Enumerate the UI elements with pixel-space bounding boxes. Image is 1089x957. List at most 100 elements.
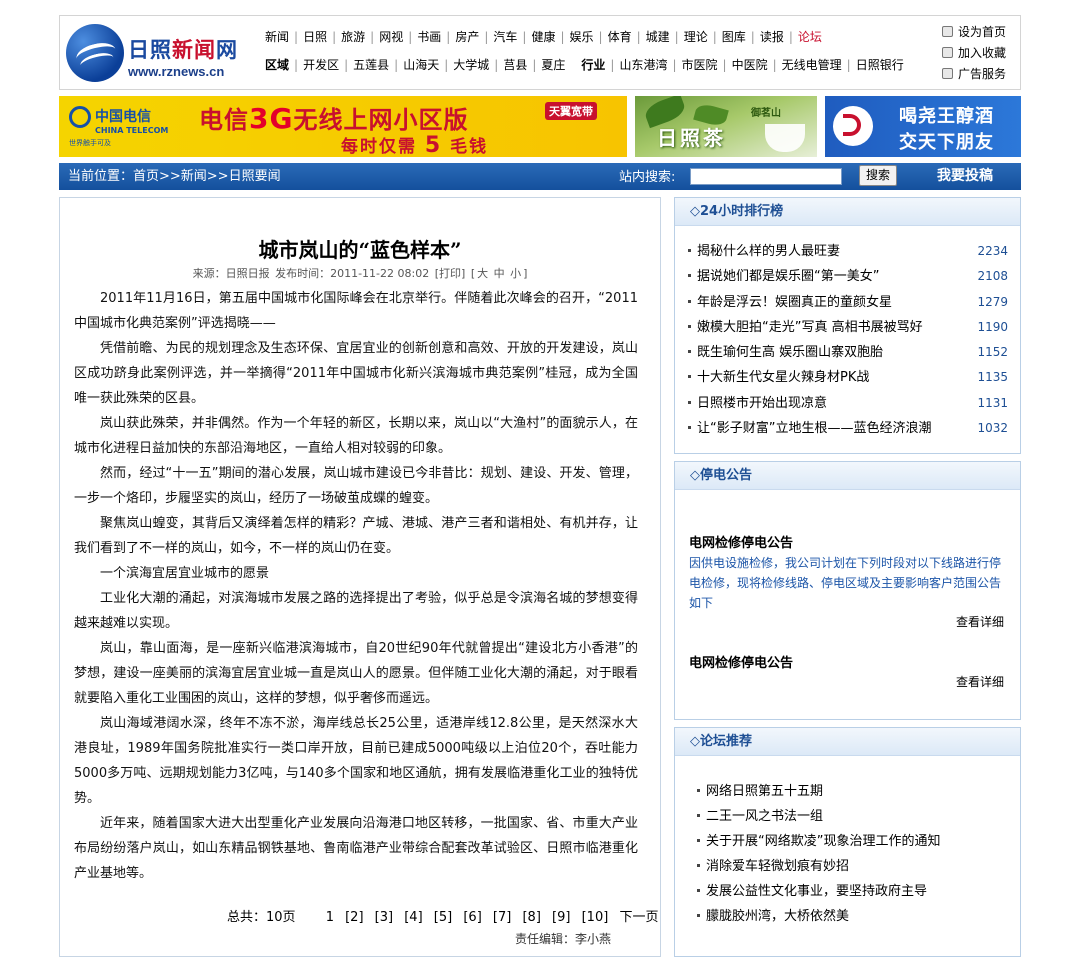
ranking-item[interactable]: 既生瑜何生高 娱乐圈山寨双胞胎 1152: [688, 340, 1008, 365]
article-paragraph: 近年来，随着国家大进大出型重化产业发展向沿海港口地区转移，一批国家、省、市重大产…: [74, 816, 638, 881]
nav-gallery[interactable]: 图库: [722, 30, 746, 44]
nav-epaper[interactable]: 读报: [760, 30, 784, 44]
outage-notice-title[interactable]: 电网检修停电公告: [689, 532, 793, 551]
site-logo[interactable]: 日照新闻网 www.rznews.cn: [66, 24, 246, 82]
nav-region-item[interactable]: 山海天: [403, 58, 439, 72]
page-link[interactable]: [5]: [434, 910, 452, 925]
nav-house[interactable]: 房产: [455, 30, 479, 44]
ranking-item[interactable]: 嫩模大胆拍“走光”写真 高相书展被骂好 1190: [688, 315, 1008, 340]
next-page-link[interactable]: 下一页: [619, 910, 658, 925]
outage-notice-summary[interactable]: 因供电设施检修，我公司计划在下列时段对以下线路进行停电检修，现将检修线路、停电区…: [689, 553, 1005, 613]
nav-industry-item[interactable]: 中医院: [732, 58, 768, 72]
forum-item[interactable]: 发展公益性文化事业，要坚持政府主导: [697, 879, 997, 904]
nav-health[interactable]: 健康: [531, 30, 555, 44]
nav-region-item[interactable]: 五莲县: [353, 58, 389, 72]
article-paragraph: 然而，经过“十一五”期间的潜心发展，岚山城市建设已今非昔比：规划、建设、开发、管…: [74, 466, 638, 506]
nav-region-item[interactable]: 大学城: [453, 58, 489, 72]
font-large-link[interactable]: 大: [477, 267, 488, 280]
page-link[interactable]: [3]: [375, 910, 393, 925]
logo-emblem-icon: [66, 24, 124, 82]
page-link[interactable]: [10]: [582, 910, 609, 925]
forum-item[interactable]: 网络日照第五十五期: [697, 779, 997, 804]
power-outage-title: ◇停电公告: [675, 462, 1020, 490]
forum-item[interactable]: 二王一风之书法一组: [697, 804, 997, 829]
article-time: 发布时间：2011-11-22 08:02: [275, 267, 430, 280]
page-link[interactable]: [6]: [463, 910, 481, 925]
nav-travel[interactable]: 旅游: [341, 30, 365, 44]
add-favorite-link[interactable]: 加入收藏: [942, 43, 1020, 64]
nav-region-label: 区域: [265, 58, 290, 72]
ranking-item[interactable]: 年龄是浮云！娱圈真正的童颜女星 1279: [688, 290, 1008, 315]
set-homepage-link[interactable]: 设为首页: [942, 22, 1020, 43]
article-paragraph: 聚焦岚山蝗变，其背后又演绎着怎样的精彩？产城、港城、港产三者和谐相处、有机并存，…: [74, 516, 638, 556]
telecom-logo-icon: [69, 106, 91, 128]
forum-recommend-panel: ◇论坛推荐 网络日照第五十五期 二王一风之书法一组 关于开展“网络欺凌”现象治理…: [674, 727, 1021, 957]
wine-banner[interactable]: 喝尧王醇酒 交天下朋友: [825, 96, 1021, 157]
page-link[interactable]: [9]: [552, 910, 570, 925]
forum-item[interactable]: 朦胧胶州湾，大桥依然美: [697, 904, 997, 929]
nav-region-item[interactable]: 开发区: [303, 58, 339, 72]
nav-industry-item[interactable]: 无线电管理: [782, 58, 842, 72]
article-paragraph: 2011年11月16日，第五届中国城市化国际峰会在北京举行。伴随着此次峰会的召开…: [74, 291, 638, 331]
article-paragraph: 岚山获此殊荣，并非偶然。作为一个年轻的新区，长期以来，岚山以“大渔村”的面貌示人…: [74, 416, 638, 456]
site-search-input[interactable]: [690, 168, 842, 185]
nav-urban[interactable]: 城建: [646, 30, 670, 44]
ranking-item[interactable]: 十大新生代女星火辣身材PK战 1135: [688, 365, 1008, 390]
page-link[interactable]: [8]: [522, 910, 540, 925]
ad-service-link[interactable]: 广告服务: [942, 64, 1020, 85]
china-telecom-logo: 中国电信 CHINA TELECOM 世界触手可及: [67, 104, 185, 148]
nav-sports[interactable]: 体育: [608, 30, 632, 44]
nav-industry-item[interactable]: 市医院: [682, 58, 718, 72]
secondary-nav: 区域 | 开发区 | 五莲县 | 山海天 | 大学城 | 莒县 | 夏庄 行业 | 山东港湾 | 市医院 | 中医院 |…: [265, 58, 904, 72]
ranking-panel: ◇24小时排行榜 揭秘什么样的男人最旺妻 2234 据说她们都是娱乐圈“第一美女”…: [674, 197, 1021, 454]
nav-industry-item[interactable]: 山东港湾: [619, 58, 667, 72]
outage-notice-title[interactable]: 电网检修停电公告: [689, 652, 793, 671]
nav-industry-label: 行业: [581, 58, 606, 72]
article-panel: 城市岚山的“蓝色样本” 来源：日照日报 发布时间：2011-11-22 08:0…: [59, 197, 661, 957]
nav-calligraphy[interactable]: 书画: [417, 30, 441, 44]
nav-theory[interactable]: 理论: [684, 30, 708, 44]
forum-item[interactable]: 关于开展“网络欺凌”现象治理工作的通知: [697, 829, 997, 854]
site-header: 日照新闻网 www.rznews.cn 新闻 | 日照 | 旅游 | 网视 | 书画 | 房产 | 汽车…: [59, 15, 1021, 90]
telecom-banner[interactable]: 中国电信 CHINA TELECOM 世界触手可及 电信3G无线上网小区版 每时…: [59, 96, 627, 157]
wine-line2: 交天下朋友: [899, 132, 994, 153]
nav-forum[interactable]: 论坛: [798, 30, 822, 44]
plus-icon: [942, 68, 953, 79]
nav-auto[interactable]: 汽车: [493, 30, 517, 44]
article-title: 城市岚山的“蓝色样本”: [258, 238, 462, 262]
ranking-item[interactable]: 让“影子财富”立地生根——蓝色经济浪潮 1032: [688, 416, 1008, 441]
pagination: 总共：10页 1 [2] [3] [4] [5] [6] [7] [8] [9]…: [227, 906, 665, 925]
article-paragraph: 凭借前瞻、为民的规划理念及生态环保、宜居宜业的创新创意和高效、开放的开发建设，岚…: [74, 341, 638, 406]
page-link[interactable]: [4]: [404, 910, 422, 925]
submit-article-link[interactable]: 我要投稿: [937, 163, 993, 190]
view-detail-link[interactable]: 查看详细: [956, 613, 1004, 630]
page-link[interactable]: [7]: [493, 910, 511, 925]
nav-region-item[interactable]: 夏庄: [541, 58, 565, 72]
search-button[interactable]: 搜索: [859, 165, 897, 186]
site-search-label: 站内搜索:: [619, 170, 676, 185]
nav-industry-item[interactable]: 日照银行: [856, 58, 904, 72]
article-subheading: 一个滨海宜居宜业城市的愿景: [100, 566, 270, 581]
nav-region-item[interactable]: 莒县: [503, 58, 527, 72]
quick-links: 设为首页 加入收藏 广告服务: [942, 22, 1020, 85]
article-meta: 来源：日照日报 发布时间：2011-11-22 08:02 [打印] [大 中 …: [192, 267, 528, 280]
forum-item[interactable]: 消除爱车轻微划痕有妙招: [697, 854, 997, 879]
tianyi-badge: 天翼宽带: [545, 102, 597, 120]
view-detail-link[interactable]: 查看详细: [956, 673, 1004, 690]
print-link[interactable]: [打印]: [435, 267, 466, 280]
breadcrumb[interactable]: 当前位置：首页>>新闻>>日照要闻: [68, 163, 281, 190]
font-small-link[interactable]: 小: [510, 267, 521, 280]
page-link[interactable]: 1: [326, 910, 334, 925]
tea-banner[interactable]: 御茗山 日照茶: [635, 96, 817, 157]
logo-url: www.rznews.cn: [128, 64, 225, 79]
font-medium-link[interactable]: 中: [494, 267, 505, 280]
ranking-item[interactable]: 据说她们都是娱乐圈“第一美女” 2108: [688, 264, 1008, 289]
nav-video[interactable]: 网视: [379, 30, 403, 44]
nav-entertainment[interactable]: 娱乐: [570, 30, 594, 44]
ranking-item[interactable]: 日照楼市开始出现凉意 1131: [688, 391, 1008, 416]
ranking-item[interactable]: 揭秘什么样的男人最旺妻 2234: [688, 239, 1008, 264]
nav-news[interactable]: 新闻: [265, 30, 289, 44]
page-link[interactable]: [2]: [345, 910, 363, 925]
nav-rizhao[interactable]: 日照: [303, 30, 327, 44]
article-body: 2011年11月16日，第五届中国城市化国际峰会在北京举行。伴随着此次峰会的召开…: [74, 286, 638, 886]
